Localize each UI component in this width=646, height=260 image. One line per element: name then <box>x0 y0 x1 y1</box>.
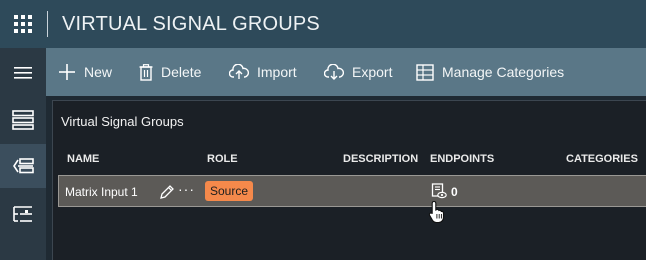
page-title: VIRTUAL SIGNAL GROUPS <box>62 13 320 35</box>
panel-title: Virtual Signal Groups <box>61 114 184 129</box>
new-button-label: New <box>84 64 113 80</box>
new-button[interactable]: New <box>58 48 112 96</box>
row-name: Matrix Input 1 <box>65 185 138 199</box>
import-button[interactable]: Import <box>229 48 297 96</box>
toolbar: New Delete Import Export Manage Categori… <box>46 48 646 96</box>
manage-categories-button[interactable]: Manage Categories <box>416 48 564 96</box>
sidebar <box>0 48 46 260</box>
virtual-signal-groups-icon <box>13 158 34 174</box>
column-header-role[interactable]: ROLE <box>207 153 238 165</box>
hierarchy-list-icon <box>13 206 32 222</box>
cloud-upload-icon <box>229 64 249 79</box>
endpoints-count: 0 <box>451 185 458 199</box>
export-button[interactable]: Export <box>324 48 392 96</box>
sidebar-item-hierarchy[interactable] <box>0 192 46 236</box>
plus-icon <box>59 64 75 80</box>
export-button-label: Export <box>352 64 393 80</box>
column-header-description[interactable]: DESCRIPTION <box>343 153 418 165</box>
cloud-download-icon <box>324 64 344 80</box>
virtual-signal-groups-panel: Virtual Signal Groups NAME ROLE DESCRIPT… <box>52 100 646 260</box>
manage-categories-button-label: Manage Categories <box>442 64 565 80</box>
pencil-icon[interactable] <box>159 184 175 200</box>
app-launcher-button[interactable] <box>0 0 46 48</box>
delete-button-label: Delete <box>161 64 202 80</box>
import-button-label: Import <box>257 64 297 80</box>
header-divider <box>47 11 48 37</box>
menu-icon <box>14 67 32 79</box>
sidebar-menu-toggle[interactable] <box>0 51 46 95</box>
apps-grid-icon <box>14 15 32 33</box>
delete-button[interactable]: Delete <box>139 48 201 96</box>
more-options-icon[interactable]: ··· <box>178 182 195 196</box>
sidebar-item-list[interactable] <box>0 98 46 142</box>
column-header-endpoints[interactable]: ENDPOINTS <box>430 153 494 165</box>
role-badge: Source <box>205 181 254 201</box>
top-bar: VIRTUAL SIGNAL GROUPS <box>0 0 646 48</box>
endpoints-view-icon[interactable] <box>431 183 447 199</box>
table-row[interactable]: Matrix Input 1 ··· Source 0 <box>58 175 646 207</box>
categories-table-icon <box>416 63 434 81</box>
column-header-name[interactable]: NAME <box>67 153 99 165</box>
sidebar-item-virtual-signal-groups[interactable] <box>0 144 46 188</box>
list-view-icon <box>12 110 34 130</box>
trash-icon <box>139 63 153 81</box>
column-header-categories[interactable]: CATEGORIES <box>566 153 638 165</box>
